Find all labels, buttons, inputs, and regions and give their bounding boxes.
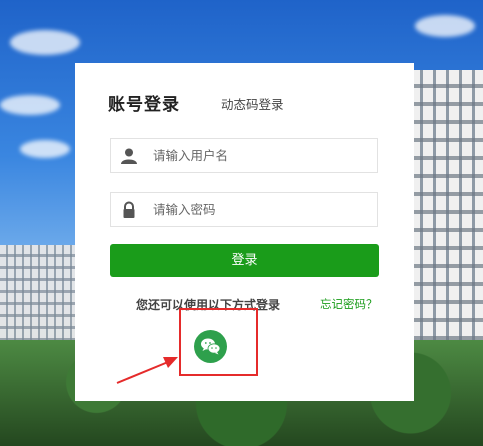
lock-icon xyxy=(123,201,135,218)
forgot-password-link[interactable]: 忘记密码？ xyxy=(320,296,378,312)
tab-account-login[interactable]: 账号登录 xyxy=(108,90,180,115)
login-tabs: 账号登录 动态码登录 xyxy=(108,90,394,118)
password-input[interactable] xyxy=(153,193,373,226)
login-button[interactable]: 登录 xyxy=(110,244,379,277)
login-panel: 账号登录 动态码登录 登录 您还可以使用以下方式登录 忘记密码？ xyxy=(75,63,414,401)
user-icon xyxy=(121,148,137,164)
tab-dynamic-code-login[interactable]: 动态码登录 xyxy=(221,94,284,113)
username-field[interactable] xyxy=(110,138,378,173)
wechat-login-button[interactable] xyxy=(194,330,227,363)
wechat-icon xyxy=(201,338,221,355)
password-field[interactable] xyxy=(110,192,378,227)
username-input[interactable] xyxy=(153,139,373,172)
